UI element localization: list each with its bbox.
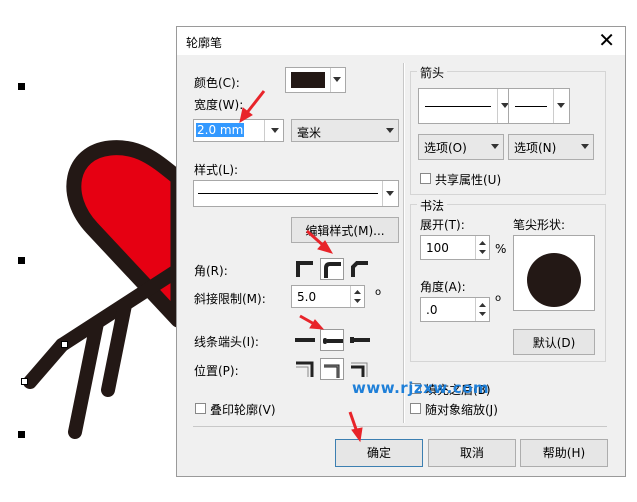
corner-label: 角(R): <box>194 264 228 278</box>
share-attr-checkbox[interactable] <box>420 173 431 184</box>
unit-select[interactable]: 毫米 <box>291 119 399 142</box>
path-node[interactable] <box>61 341 68 348</box>
corner-round-button[interactable] <box>320 258 344 280</box>
overprint-label: 叠印轮廓(V) <box>210 403 276 417</box>
start-arrow-select[interactable] <box>418 88 514 124</box>
chevron-down-icon <box>491 144 499 149</box>
stretch-input[interactable]: 100 <box>420 235 490 260</box>
chevron-down-icon <box>333 77 341 82</box>
arrow-feather-3 <box>23 338 69 389</box>
color-picker[interactable] <box>285 67 346 93</box>
overprint-checkbox[interactable] <box>195 403 206 414</box>
selection-handle-middle[interactable] <box>18 257 25 264</box>
start-arrow-options-label: 选项(O) <box>424 141 467 155</box>
chevron-down-icon <box>557 103 565 108</box>
angle-label: 角度(A): <box>420 280 466 294</box>
angle-value: .0 <box>426 303 438 317</box>
style-label: 样式(L): <box>194 163 239 177</box>
width-value: 2.0 mm <box>196 123 245 137</box>
arrows-group-title: 箭头 <box>417 64 448 81</box>
ok-button[interactable]: 确定 <box>335 439 423 467</box>
nib-shape-label: 笔尖形状: <box>513 218 566 232</box>
position-outside-button[interactable] <box>293 358 317 380</box>
line-style-preview <box>198 193 378 194</box>
end-arrow-options[interactable]: 选项(N) <box>508 134 594 160</box>
end-arrow-options-label: 选项(N) <box>514 141 557 155</box>
miter-input[interactable]: 5.0 <box>291 285 365 308</box>
scale-with-image-label: 随对象缩放(J) <box>425 403 498 417</box>
bottom-divider <box>193 426 607 427</box>
stretch-spinner[interactable] <box>475 236 489 259</box>
linecap-square-button[interactable] <box>348 329 372 351</box>
color-swatch <box>291 72 325 88</box>
angle-unit: o <box>495 293 502 304</box>
line-style-select[interactable] <box>193 180 399 207</box>
width-label: 宽度(W): <box>194 98 244 112</box>
angle-input[interactable]: .0 <box>420 297 490 322</box>
close-icon[interactable]: ✕ <box>598 29 615 51</box>
column-divider <box>403 63 405 423</box>
chevron-down-icon <box>581 144 589 149</box>
scale-with-image-checkbox[interactable] <box>410 403 421 414</box>
chevron-down-icon <box>386 190 394 196</box>
selection-handle-top[interactable] <box>18 83 25 90</box>
corner-miter-button[interactable] <box>293 258 317 280</box>
start-arrow-options[interactable]: 选项(O) <box>418 134 504 160</box>
default-button[interactable]: 默认(D) <box>513 329 595 355</box>
color-label: 颜色(C): <box>194 76 240 90</box>
miter-label: 斜接限制(M): <box>194 292 266 306</box>
dialog-title: 轮廓笔 <box>186 36 223 50</box>
position-center-button[interactable] <box>320 358 344 380</box>
edit-style-button[interactable]: 编辑样式(M)... <box>291 217 399 243</box>
linecap-butt-button[interactable] <box>293 329 317 351</box>
corner-bevel-button[interactable] <box>348 258 372 280</box>
help-button[interactable]: 帮助(H) <box>520 439 608 467</box>
width-input[interactable]: 2.0 mm <box>193 119 284 142</box>
outline-pen-dialog: 轮廓笔 ✕ 颜色(C): 宽度(W): 2.0 mm 毫米 样式(L): 编辑样… <box>176 26 626 477</box>
miter-unit: o <box>375 287 382 298</box>
linecap-label: 线条端头(I): <box>194 335 259 349</box>
title-bar: 轮廓笔 ✕ <box>177 27 625 55</box>
chevron-down-icon <box>386 127 394 133</box>
position-inside-button[interactable] <box>348 358 372 380</box>
chevron-down-icon[interactable] <box>271 127 279 133</box>
stretch-value: 100 <box>426 241 449 255</box>
calligraphy-group-title: 书法 <box>417 197 448 214</box>
nib-shape-preview[interactable] <box>513 235 595 311</box>
angle-spinner[interactable] <box>475 298 489 321</box>
miter-spinner[interactable] <box>350 286 364 307</box>
share-attr-label: 共享属性(U) <box>435 173 502 187</box>
heart-shape <box>66 140 186 328</box>
stretch-label: 展开(T): <box>420 218 465 232</box>
cancel-button[interactable]: 取消 <box>428 439 516 467</box>
end-arrow-select[interactable] <box>508 88 570 124</box>
position-label: 位置(P): <box>194 364 239 378</box>
path-node[interactable] <box>21 378 28 385</box>
miter-value: 5.0 <box>297 290 317 304</box>
watermark-text: www.rjzxw.com <box>352 379 490 397</box>
nib-circle-icon <box>527 253 581 307</box>
unit-value: 毫米 <box>297 126 322 140</box>
stretch-unit: % <box>495 242 507 256</box>
selection-handle-bottom[interactable] <box>18 431 25 438</box>
linecap-round-button[interactable] <box>320 329 344 351</box>
